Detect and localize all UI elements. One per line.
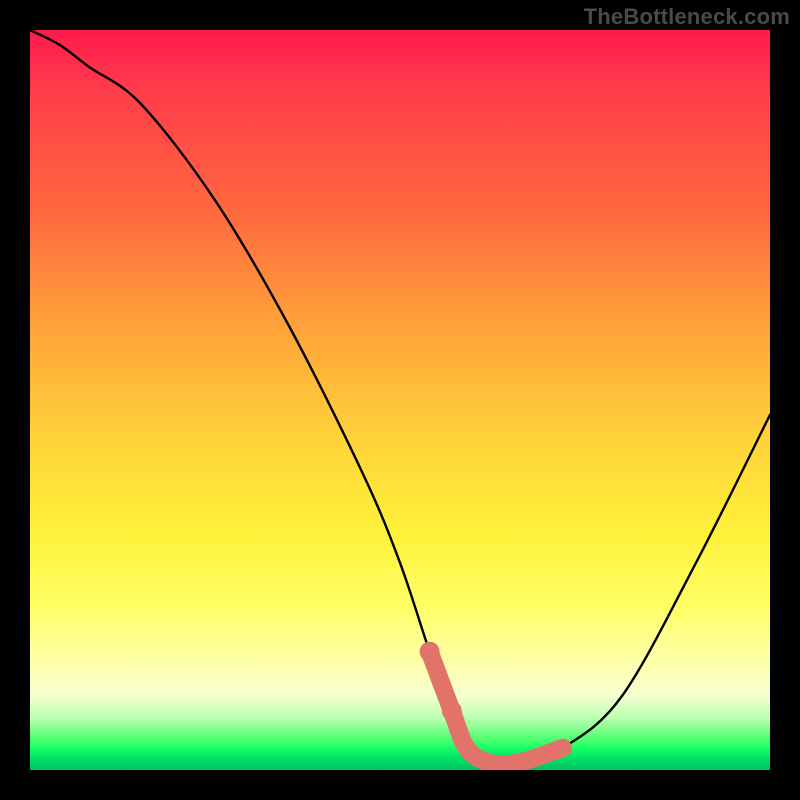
curve-layer	[30, 30, 770, 770]
highlight-dot-mid	[442, 701, 462, 721]
plot-area	[30, 30, 770, 770]
chart-frame: TheBottleneck.com	[0, 0, 800, 800]
watermark-text: TheBottleneck.com	[584, 4, 790, 30]
highlight-dot-start	[420, 642, 440, 662]
bottleneck-curve	[30, 30, 770, 764]
